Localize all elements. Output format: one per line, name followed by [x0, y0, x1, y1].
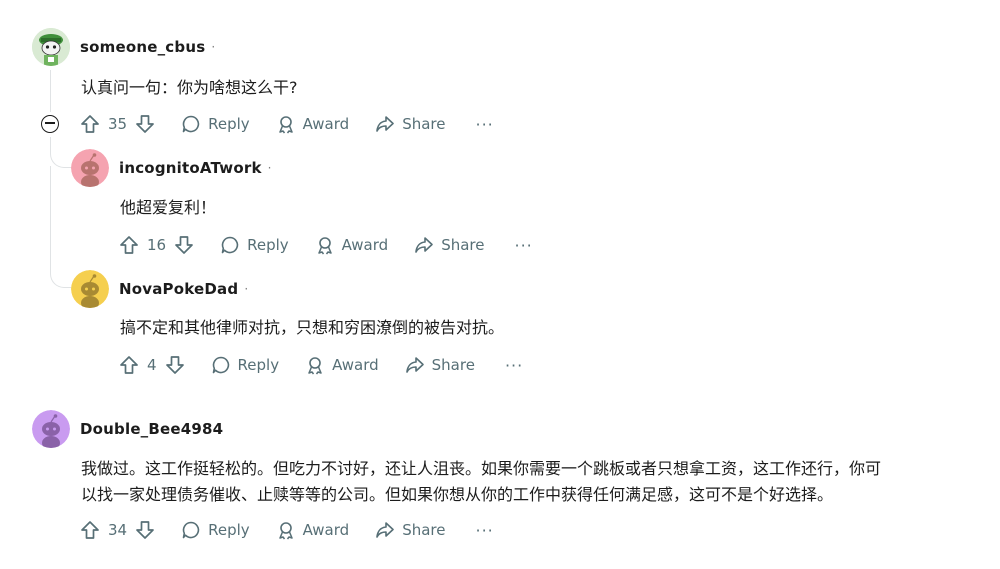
- avatar[interactable]: [32, 28, 70, 66]
- reply-button[interactable]: Reply: [181, 520, 250, 540]
- upvote-icon[interactable]: [80, 114, 100, 134]
- award-icon: [276, 520, 296, 540]
- username[interactable]: Double_Bee4984: [80, 420, 223, 438]
- username[interactable]: someone_cbus: [80, 38, 205, 56]
- reply-button[interactable]: Reply: [211, 355, 280, 375]
- reply-label: Reply: [208, 115, 250, 133]
- reply-label: Reply: [247, 236, 289, 254]
- avatar[interactable]: [32, 410, 70, 448]
- award-button[interactable]: Award: [305, 355, 379, 375]
- award-icon: [276, 114, 296, 134]
- thread-curve-1: [50, 148, 72, 168]
- more-options-button[interactable]: ···: [475, 115, 493, 134]
- award-label: Award: [332, 356, 379, 374]
- award-icon: [315, 235, 335, 255]
- reply-icon: [211, 355, 231, 375]
- share-icon: [414, 235, 434, 255]
- upvote-icon[interactable]: [80, 520, 100, 540]
- share-button[interactable]: Share: [414, 235, 484, 255]
- pink-default-avatar-icon: [71, 149, 109, 187]
- yellow-default-avatar-icon: [71, 270, 109, 308]
- award-button[interactable]: Award: [276, 114, 350, 134]
- upvote-icon[interactable]: [119, 235, 139, 255]
- reply-icon: [181, 114, 201, 134]
- award-label: Award: [302, 521, 350, 539]
- share-label: Share: [402, 115, 446, 133]
- downvote-icon[interactable]: [174, 235, 194, 255]
- avatar[interactable]: [71, 270, 109, 308]
- reply-label: Reply: [208, 521, 250, 539]
- downvote-icon[interactable]: [135, 114, 155, 134]
- share-button[interactable]: Share: [405, 355, 475, 375]
- downvote-icon[interactable]: [165, 355, 185, 375]
- upvote-icon[interactable]: [119, 355, 139, 375]
- username[interactable]: incognitoATwork: [119, 159, 262, 177]
- comment-text: 搞不定和其他律师对抗，只想和穷困潦倒的被告对抗。: [120, 318, 505, 337]
- vote-count: 4: [147, 356, 157, 374]
- vote-count: 35: [108, 115, 128, 133]
- reply-label: Reply: [237, 356, 280, 374]
- downvote-icon[interactable]: [135, 520, 155, 540]
- reply-button[interactable]: Reply: [220, 235, 289, 255]
- reply-icon: [181, 520, 201, 540]
- award-button[interactable]: Award: [315, 235, 389, 255]
- thread-line-children-2: [50, 166, 51, 271]
- share-icon: [375, 520, 395, 540]
- award-label: Award: [302, 115, 350, 133]
- share-button[interactable]: Share: [375, 520, 445, 540]
- comment-text: 认真问一句：你为啥想这么干?: [81, 78, 298, 97]
- share-label: Share: [431, 356, 475, 374]
- share-icon: [405, 355, 425, 375]
- award-button[interactable]: Award: [276, 520, 350, 540]
- share-label: Share: [441, 236, 485, 254]
- separator-dot: ·: [211, 40, 216, 54]
- award-label: Award: [341, 236, 389, 254]
- comment-text: 他超爱复利！: [120, 198, 217, 217]
- reply-icon: [220, 235, 240, 255]
- more-options-button[interactable]: ···: [505, 356, 523, 375]
- more-options-button[interactable]: ···: [475, 521, 493, 540]
- share-button[interactable]: Share: [375, 114, 445, 134]
- username[interactable]: NovaPokeDad: [119, 280, 238, 298]
- share-label: Share: [402, 521, 446, 539]
- vote-count: 16: [147, 236, 167, 254]
- separator-dot: ·: [267, 161, 272, 175]
- green-snoo-avatar-icon: [32, 28, 70, 66]
- collapse-thread-button[interactable]: [41, 115, 59, 133]
- thread-curve-2: [50, 266, 72, 288]
- more-options-button[interactable]: ···: [514, 236, 532, 255]
- purple-default-avatar-icon: [32, 410, 70, 448]
- reply-button[interactable]: Reply: [181, 114, 250, 134]
- thread-line-main: [50, 70, 51, 112]
- award-icon: [305, 355, 325, 375]
- avatar[interactable]: [71, 149, 109, 187]
- comment-text: 我做过。这工作挺轻松的。但吃力不讨好，还让人沮丧。如果你需要一个跳板或者只想拿工…: [81, 459, 882, 504]
- vote-count: 34: [108, 521, 128, 539]
- separator-dot: ·: [244, 282, 249, 296]
- share-icon: [375, 114, 395, 134]
